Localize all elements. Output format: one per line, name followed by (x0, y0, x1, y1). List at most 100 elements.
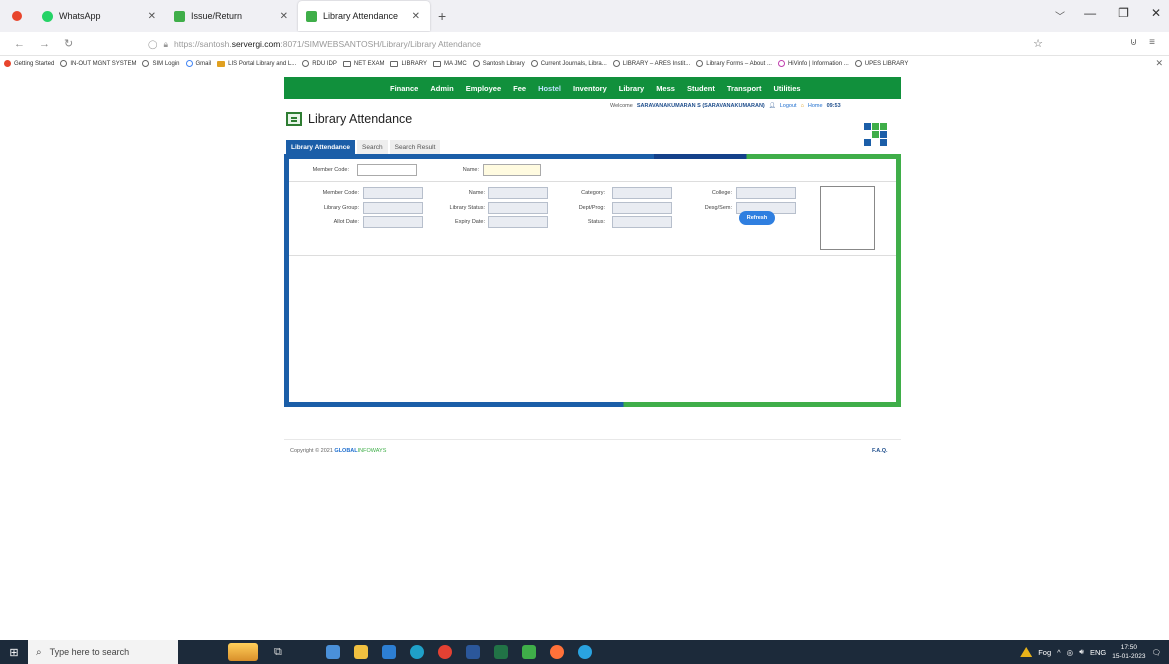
tab-issue-return[interactable]: Issue/Return ✕ (166, 1, 298, 31)
lock-icon[interactable]: 🔒︎ (164, 39, 169, 50)
notification-icon[interactable]: 🗨︎ (1151, 648, 1161, 657)
logo-block (864, 123, 871, 130)
panel-top-border (284, 154, 901, 159)
chevron-up-icon[interactable]: ^ (1057, 648, 1061, 657)
globe-icon (60, 60, 68, 67)
tab-whatsapp[interactable]: WhatsApp ✕ (34, 1, 166, 31)
menu-student[interactable]: Student (687, 84, 715, 93)
folder-icon (390, 60, 399, 67)
folder-icon (342, 60, 351, 67)
forward-icon[interactable]: → (39, 38, 50, 50)
task-view-icon[interactable]: ⧉ (274, 646, 282, 659)
bookmark-item[interactable]: LIS Portal Library and L... (217, 60, 297, 67)
bookmark-item[interactable]: Library Forms – About ... (696, 60, 772, 67)
bookmark-item[interactable]: NET EXAM (342, 60, 384, 67)
home-icon[interactable]: ⌂ (801, 103, 804, 109)
browser-tabbar: WhatsApp ✕ Issue/Return ✕ Library Attend… (0, 0, 1169, 32)
bookmark-item[interactable]: UPES LIBRARY (854, 60, 908, 67)
taskbar-search[interactable]: ⌕ Type here to search (28, 640, 178, 664)
tab-search[interactable]: Search (357, 140, 388, 155)
name-label: Name: (462, 167, 479, 173)
library-status-label: Library Status: (449, 205, 485, 211)
reload-icon[interactable]: ↻ (64, 37, 73, 50)
tab-library-attendance[interactable]: Library Attendance ✕ (298, 1, 430, 31)
bookmark-item[interactable]: Santosh Library (472, 60, 525, 67)
menu-finance[interactable]: Finance (390, 84, 418, 93)
app-icon[interactable] (325, 645, 340, 659)
faq-link[interactable]: F.A.Q. (872, 448, 888, 454)
close-tab-icon[interactable]: ✕ (148, 11, 156, 22)
url-bar[interactable]: ◯ 🔒︎ https://santosh. servergi.com :8071… (148, 35, 1048, 53)
app-icon[interactable] (521, 645, 536, 659)
language-indicator[interactable]: ENG (1090, 648, 1106, 657)
menu-fee[interactable]: Fee (513, 84, 526, 93)
chevron-down-icon[interactable]: ﹀ (1055, 8, 1065, 23)
telegram-icon[interactable] (577, 645, 592, 659)
word-icon[interactable] (465, 645, 480, 659)
bookmark-item[interactable]: Gmail (185, 60, 211, 67)
menu-transport[interactable]: Transport (727, 84, 762, 93)
windows-start-icon[interactable]: ⊞ (0, 640, 28, 664)
close-tab-icon[interactable]: ✕ (412, 11, 420, 22)
bookmark-item[interactable]: LIBRARY (390, 60, 428, 67)
window-controls: — ❐ ✕ (1084, 6, 1161, 20)
menu-hostel[interactable]: Hostel (538, 84, 561, 93)
excel-icon[interactable] (493, 645, 508, 659)
close-icon[interactable]: ✕ (1155, 58, 1163, 69)
mail-icon[interactable] (381, 645, 396, 659)
refresh-button[interactable]: Refresh (739, 211, 775, 225)
clock[interactable]: 17:50 15-01-2023 (1112, 643, 1145, 661)
library-group-label: Library Group: (323, 205, 359, 211)
bookmark-item[interactable]: Getting Started (4, 60, 54, 67)
globe-icon (854, 60, 862, 67)
home-link[interactable]: Home (808, 103, 823, 109)
menu-mess[interactable]: Mess (656, 84, 675, 93)
name-input[interactable] (483, 164, 541, 176)
maximize-icon[interactable]: ❐ (1118, 6, 1129, 20)
new-tab-icon[interactable]: + (438, 8, 446, 24)
edge-icon[interactable] (409, 645, 424, 659)
close-tab-icon[interactable]: ✕ (280, 11, 288, 22)
menu-library[interactable]: Library (619, 84, 644, 93)
news-widget-icon[interactable] (228, 643, 258, 661)
bookmark-item[interactable]: RDU IDP (302, 60, 337, 67)
logo (864, 123, 888, 147)
bookmark-item[interactable]: IN-OUT MGNT SYSTEM (60, 60, 136, 67)
logout-link[interactable]: Logout (780, 103, 797, 109)
system-tray: Fog ^ ◎ 🔊︎ ENG 17:50 15-01-2023 🗨︎ (1020, 640, 1161, 664)
category-field (612, 187, 672, 199)
bookmark-label: LIS Portal Library and L... (228, 60, 297, 67)
bookmark-item[interactable]: LIBRARY – ARES Instit... (612, 60, 690, 67)
firefox-icon[interactable] (549, 645, 564, 659)
menu-admin[interactable]: Admin (430, 84, 453, 93)
tab-library-attendance-form[interactable]: Library Attendance (286, 140, 355, 155)
menu-employee[interactable]: Employee (466, 84, 501, 93)
menu-inventory[interactable]: Inventory (573, 84, 607, 93)
firefox-menu-icon[interactable] (12, 11, 22, 21)
copyright: Copyright © 2021 GLOBALINFOWAYS (290, 448, 386, 454)
panel-bottom-border (284, 402, 901, 407)
minimize-icon[interactable]: — (1084, 6, 1096, 20)
member-code-input[interactable] (357, 164, 417, 176)
bookmark-item[interactable]: SIM Login (142, 60, 180, 67)
bookmark-item[interactable]: MA JMC (433, 60, 467, 67)
weather-text[interactable]: Fog (1038, 648, 1051, 657)
shield-icon[interactable]: ◯ (148, 39, 158, 50)
bookmark-label: LIBRARY (401, 60, 428, 67)
bookmark-star-icon[interactable]: ☆ (1033, 37, 1043, 50)
network-icon[interactable]: ◎ (1067, 648, 1074, 657)
back-icon[interactable]: ← (14, 38, 25, 50)
bookmark-item[interactable]: Current Journals, Libra... (530, 60, 607, 67)
menu-utilities[interactable]: Utilities (773, 84, 800, 93)
logo-block (872, 123, 879, 130)
hamburger-menu-icon[interactable]: ≡ (1149, 37, 1155, 48)
clock-date: 15-01-2023 (1112, 653, 1146, 660)
chrome-icon[interactable] (437, 645, 452, 659)
browser-navbar: ← → ↻ ◯ 🔒︎ https://santosh. servergi.com… (0, 32, 1169, 56)
volume-icon[interactable]: 🔊︎ (1079, 647, 1084, 657)
pocket-icon[interactable]: ⊍ (1130, 37, 1137, 48)
tab-search-result[interactable]: Search Result (389, 140, 441, 155)
file-explorer-icon[interactable] (353, 645, 368, 659)
bookmark-item[interactable]: HiVinfo | Information ... (777, 60, 849, 67)
close-window-icon[interactable]: ✕ (1151, 6, 1161, 20)
